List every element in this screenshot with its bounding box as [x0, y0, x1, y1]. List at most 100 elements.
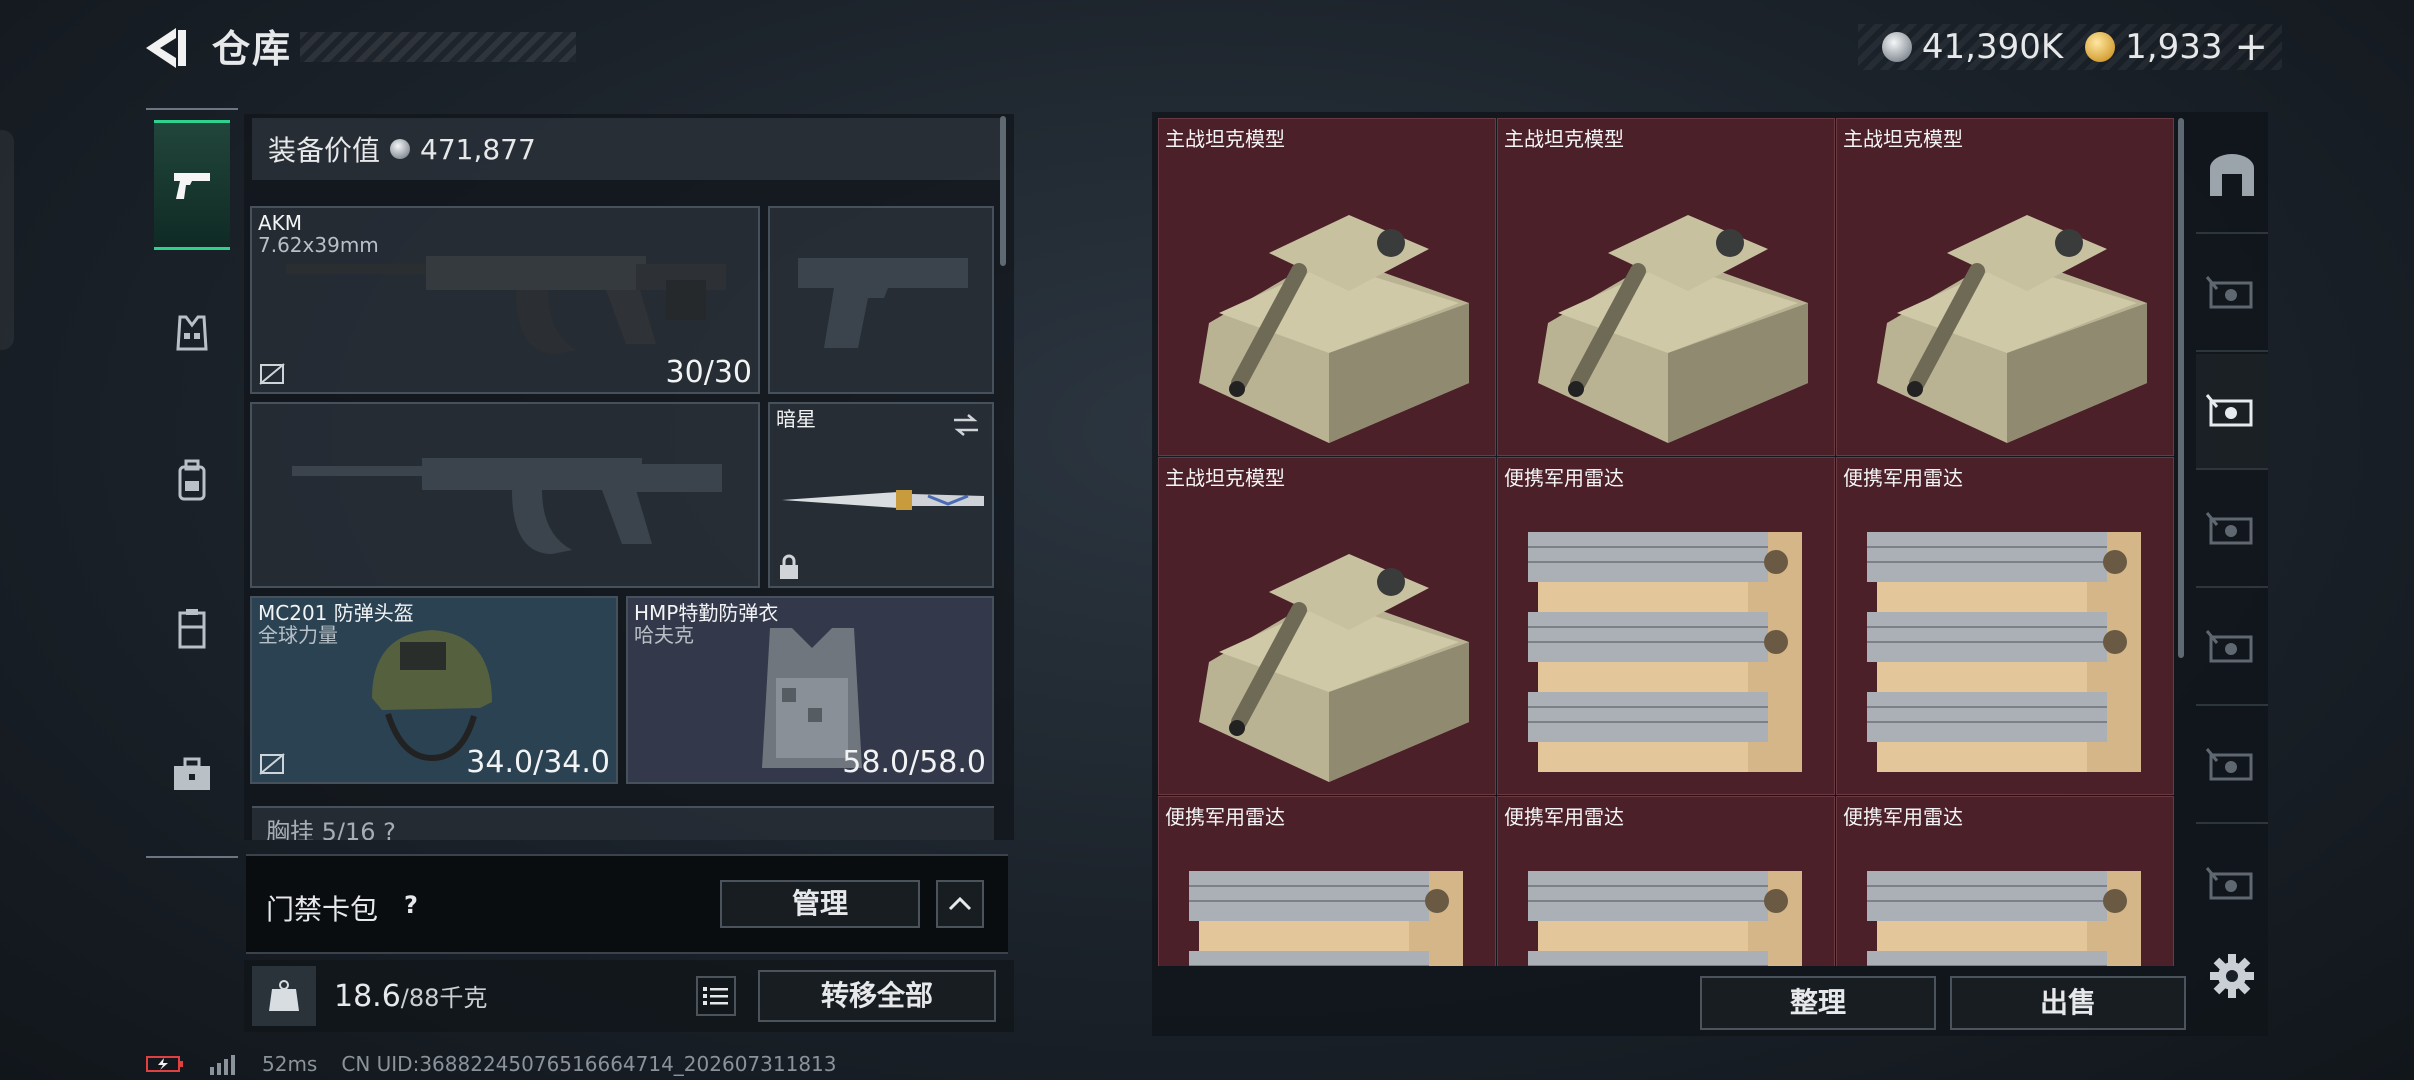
storage-item-name: 便携军用雷达 [1504, 466, 1624, 490]
helmet-slot[interactable]: MC201 防弹头盔 全球力量 34.0/34.0 [250, 596, 618, 784]
pistol-placeholder-icon [798, 258, 968, 348]
warehouse-icon [2205, 512, 2253, 545]
backpack-icon [178, 459, 206, 501]
title-stripe [300, 32, 576, 62]
melee-slot[interactable]: 暗星 [768, 402, 994, 588]
back-arrow-icon[interactable] [140, 22, 192, 74]
rifle-placeholder-icon [292, 458, 722, 554]
currency-gold: 1,933 + [2085, 24, 2268, 70]
secondary-weapon-slot[interactable] [250, 402, 760, 588]
storage-scrollbar[interactable] [2178, 118, 2184, 658]
rail-tab-weapons[interactable] [154, 120, 230, 250]
vest-icon [176, 315, 208, 351]
access-card-wallet: 门禁卡包 ? 管理 [246, 854, 1008, 954]
portable-radar-icon [1867, 532, 2141, 772]
storage-action-bar: 整理 出售 [1152, 970, 2186, 1036]
weight-max: /88千克 [400, 984, 488, 1012]
list-icon [703, 987, 728, 1005]
sort-button[interactable]: 整理 [1700, 976, 1936, 1030]
add-currency-button[interactable]: + [2234, 24, 2268, 70]
storage-item-portable-radar[interactable]: 便携军用雷达 [1158, 796, 1496, 966]
manage-button[interactable]: 管理 [720, 880, 920, 928]
currency-bar: 41,390K 1,933 + [1857, 24, 2282, 70]
storage-item-portable-radar[interactable]: 便携军用雷达 [1497, 796, 1835, 966]
weight-kg-icon [269, 980, 299, 1011]
storage-item-name: 主战坦克模型 [1504, 127, 1624, 151]
armor-slot[interactable]: HMP特勤防弹衣 哈夫克 58.0/58.0 [626, 596, 994, 784]
status-line: 52ms CN UID:36882245076516664714_2026073… [146, 1052, 837, 1076]
currency-silver: 41,390K [1881, 27, 2064, 67]
tank-model-icon [1199, 215, 1469, 443]
rail-tab-backpack[interactable] [154, 416, 230, 546]
page-title: 仓库 [212, 27, 293, 71]
warehouse-icon [2205, 276, 2253, 309]
tank-model-icon [1199, 554, 1469, 782]
armor-brand: 哈夫克 [634, 623, 694, 647]
chevron-up-icon [948, 896, 972, 911]
pistol-slot[interactable] [768, 206, 994, 394]
portable-radar-icon [1867, 871, 2141, 966]
list-view-button[interactable] [696, 976, 736, 1016]
helmet-brand: 全球力量 [258, 623, 338, 647]
briefcase-icon [174, 757, 210, 790]
storage-item-name: 主战坦克模型 [1843, 127, 1963, 151]
knife-icon [782, 490, 984, 510]
silver-amount: 41,390K [1921, 27, 2064, 67]
storage-item-name: 便携军用雷达 [1504, 805, 1624, 829]
equipment-value-label: 装备价值 [268, 134, 381, 167]
storage-item-tank-model[interactable]: 主战坦克模型 [1158, 457, 1496, 795]
storage-item-tank-model[interactable]: 主战坦克模型 [1158, 118, 1496, 456]
signal-icon [210, 1055, 235, 1075]
chest-rig-row[interactable]: 胸挂 5/16 ? [252, 806, 994, 840]
silver-coin-icon [390, 139, 411, 159]
safe-home-icon [2210, 154, 2254, 196]
storage-item-tank-model[interactable]: 主战坦克模型 [1836, 118, 2174, 456]
side-tab-warehouse-5[interactable] [2196, 708, 2268, 824]
rail-tab-armor[interactable] [154, 268, 230, 398]
loadout-scrollbar[interactable] [1000, 116, 1006, 266]
ping: 52ms [262, 1052, 318, 1076]
settings-gear-icon[interactable] [2206, 950, 2258, 1002]
warehouse-icon [2205, 867, 2253, 900]
swap-icon[interactable] [950, 412, 982, 438]
sell-button[interactable]: 出售 [1950, 976, 2186, 1030]
rail-tab-case[interactable] [154, 710, 230, 840]
collapse-button[interactable] [936, 880, 984, 928]
portable-radar-icon [1528, 871, 1802, 966]
no-insurance-icon [259, 753, 285, 775]
side-tab-warehouse-6[interactable] [2196, 826, 2268, 942]
storage-item-name: 便携军用雷达 [1843, 466, 1963, 490]
storage-item-name: 便携军用雷达 [1165, 805, 1285, 829]
card-wallet-help-button[interactable]: ? [396, 890, 426, 920]
side-tab-warehouse-4[interactable] [2196, 590, 2268, 706]
side-tab-warehouse-1[interactable] [2196, 236, 2268, 352]
warehouse-icon [2205, 394, 2253, 427]
transfer-all-button[interactable]: 转移全部 [758, 970, 996, 1022]
weight-box [252, 966, 316, 1026]
side-tab-warehouse-3[interactable] [2196, 472, 2268, 588]
storage-item-portable-radar[interactable]: 便携军用雷达 [1497, 457, 1835, 795]
storage-item-portable-radar[interactable]: 便携军用雷达 [1836, 796, 2174, 966]
user-uid: CN UID:36882245076516664714_202607311813 [341, 1052, 837, 1076]
storage-panel: 主战坦克模型 主战坦克模型 主战坦克模型 主战坦克模型 便携军用雷达 便携军用雷… [1152, 112, 2268, 1036]
side-tab-home[interactable] [2196, 118, 2268, 234]
storage-item-portable-radar[interactable]: 便携军用雷达 [1836, 457, 2174, 795]
rail-tab-chest-rig[interactable] [154, 564, 230, 694]
chest-rig-icon [178, 609, 206, 649]
warehouse-icon [2205, 630, 2253, 663]
gold-amount: 1,933 [2125, 27, 2223, 67]
side-tab-warehouse-2[interactable] [2196, 354, 2268, 470]
storage-grid: 主战坦克模型 主战坦克模型 主战坦克模型 主战坦克模型 便携军用雷达 便携军用雷… [1158, 118, 2174, 966]
weight-bar: 18.6/88千克 转移全部 [244, 960, 1014, 1032]
melee-name: 暗星 [776, 407, 816, 431]
storage-item-tank-model[interactable]: 主战坦克模型 [1497, 118, 1835, 456]
chest-rig-label: 胸挂 5/16 ? [266, 818, 396, 840]
helmet-durability: 34.0/34.0 [466, 745, 610, 780]
gold-coin-icon [2085, 32, 2116, 62]
pistol-icon [174, 173, 210, 199]
armor-durability: 58.0/58.0 [842, 745, 986, 780]
primary-weapon-slot[interactable]: AKM 7.62x39mm 30/30 [250, 206, 760, 394]
equipment-value-bar: 装备价值 471,877 [252, 118, 1000, 180]
tank-model-icon [1877, 215, 2147, 443]
storage-item-name: 主战坦克模型 [1165, 127, 1285, 151]
